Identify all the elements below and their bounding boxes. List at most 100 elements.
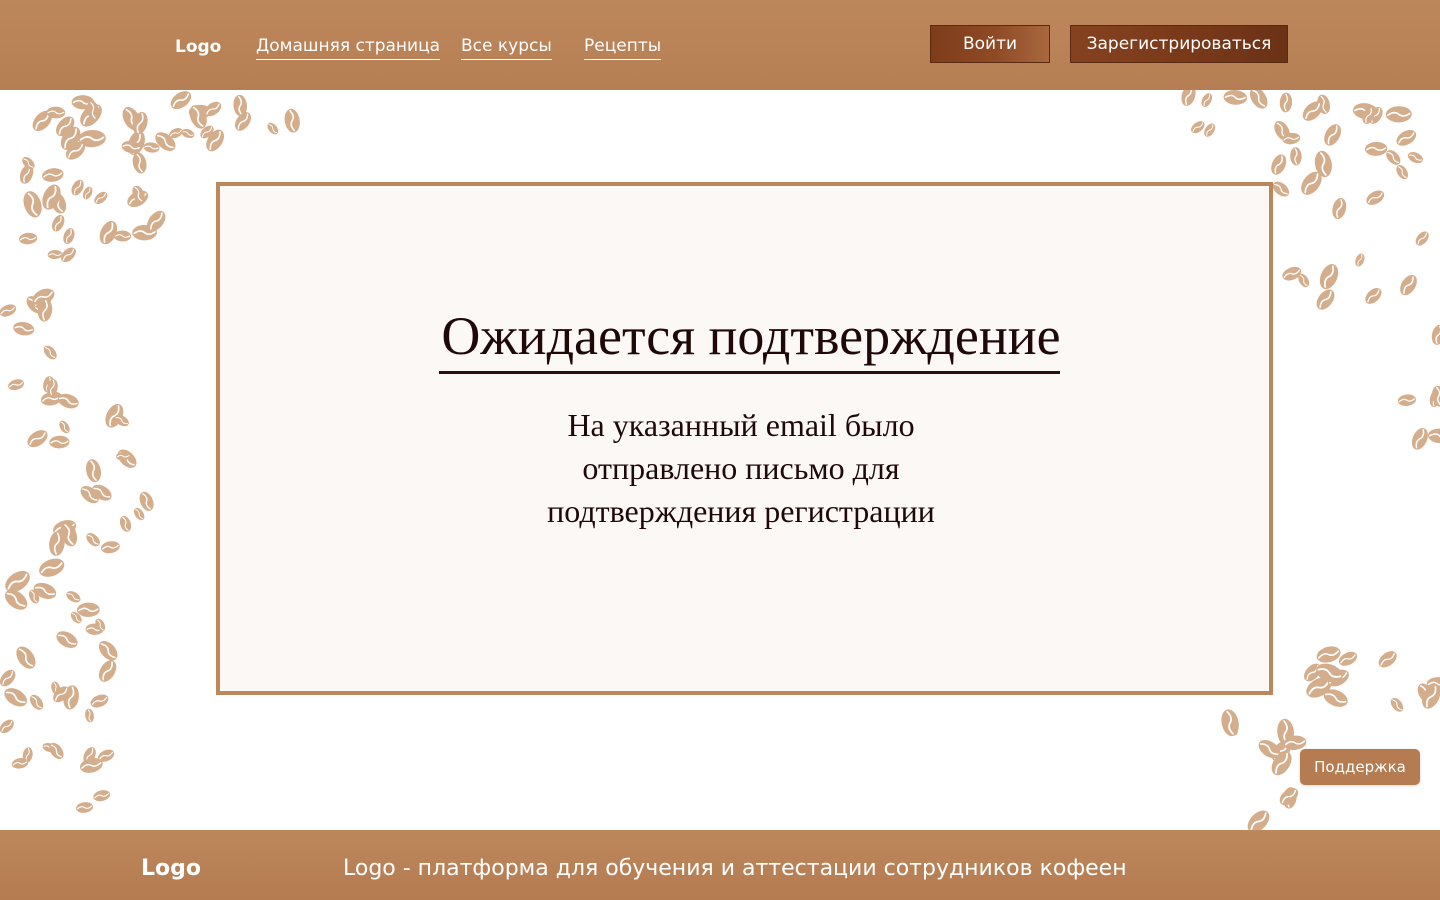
coffee-bean-icon — [1312, 285, 1339, 314]
coffee-bean-icon — [197, 122, 217, 142]
coffee-bean-icon — [1393, 162, 1412, 182]
coffee-bean-icon — [282, 106, 303, 135]
coffee-bean-icon — [1335, 648, 1361, 670]
coffee-bean-icon — [1351, 100, 1380, 122]
confirmation-message: На указанный email было отправлено письм… — [441, 404, 1041, 533]
coffee-bean-icon — [84, 622, 105, 636]
nav-link-courses[interactable]: Все курсы — [461, 35, 552, 60]
coffee-bean-icon — [0, 301, 19, 320]
coffee-bean-icon — [1363, 140, 1389, 158]
coffee-bean-icon — [91, 787, 112, 804]
coffee-bean-icon — [1178, 90, 1199, 109]
coffee-bean-icon — [26, 587, 42, 606]
coffee-bean-icon — [75, 99, 107, 132]
coffee-bean-icon — [113, 445, 141, 473]
coffee-bean-icon — [1425, 676, 1440, 692]
coffee-bean-icon — [1361, 284, 1386, 308]
coffee-bean-icon — [167, 125, 185, 141]
coffee-bean-icon — [49, 679, 63, 697]
confirmation-message-line: На указанный email было — [567, 407, 915, 443]
login-button[interactable]: Войти — [930, 25, 1050, 63]
coffee-bean-icon — [1413, 679, 1439, 708]
header-logo[interactable]: Logo — [175, 36, 221, 58]
coffee-bean-icon — [1320, 685, 1352, 712]
coffee-bean-icon — [1198, 90, 1215, 110]
coffee-bean-icon — [1427, 388, 1440, 409]
coffee-bean-icon — [1275, 717, 1296, 747]
register-button[interactable]: Зарегистрироваться — [1070, 25, 1288, 63]
coffee-bean-icon — [80, 744, 99, 767]
coffee-bean-icon — [118, 103, 146, 135]
coffee-bean-icon — [1312, 659, 1347, 687]
coffee-bean-icon — [1429, 322, 1440, 347]
coffee-bean-icon — [1301, 672, 1337, 703]
coffee-bean-icon — [0, 584, 32, 615]
coffee-bean-icon — [38, 389, 65, 409]
coffee-bean-icon — [19, 154, 38, 173]
coffee-bean-icon — [83, 457, 104, 485]
coffee-bean-icon — [129, 150, 150, 176]
site-footer: Logo Logo - платформа для обучения и атт… — [0, 830, 1440, 900]
coffee-bean-icon — [1222, 719, 1241, 739]
coffee-bean-icon — [100, 400, 128, 432]
coffee-bean-icon — [11, 642, 41, 674]
coffee-bean-icon — [1353, 251, 1367, 269]
coffee-bean-icon — [1417, 680, 1440, 713]
coffee-bean-icon — [179, 126, 197, 141]
coffee-bean-icon — [142, 206, 170, 236]
nav-link-home[interactable]: Домашняя страница — [256, 35, 441, 60]
coffee-bean-icon — [37, 180, 66, 214]
coffee-bean-icon — [1412, 228, 1432, 249]
coffee-bean-icon — [55, 390, 82, 412]
coffee-bean-icon — [56, 519, 81, 550]
coffee-bean-icon — [48, 212, 68, 235]
coffee-bean-icon — [17, 231, 39, 246]
coffee-bean-icon — [112, 412, 132, 430]
coffee-bean-icon — [201, 98, 225, 120]
coffee-bean-icon — [142, 140, 161, 155]
support-button[interactable]: Поддержка — [1300, 749, 1420, 785]
coffee-bean-icon — [1298, 96, 1327, 126]
coffee-bean-icon — [29, 284, 58, 310]
coffee-bean-icon — [76, 481, 103, 508]
coffee-bean-icon — [1245, 90, 1272, 113]
coffee-bean-icon — [1384, 105, 1413, 124]
coffee-bean-icon — [80, 184, 95, 202]
coffee-bean-icon — [56, 418, 73, 436]
coffee-bean-icon — [129, 109, 151, 137]
coffee-bean-icon — [60, 683, 82, 712]
coffee-bean-icon — [61, 137, 90, 164]
nav-link-recipes[interactable]: Рецепты — [584, 35, 662, 60]
coffee-bean-icon — [1405, 149, 1426, 166]
coffee-bean-icon — [264, 120, 281, 137]
coffee-bean-icon — [45, 105, 67, 120]
coffee-bean-icon — [131, 505, 148, 523]
coffee-bean-icon — [0, 683, 32, 712]
coffee-bean-icon — [1374, 647, 1401, 672]
coffee-bean-icon — [185, 101, 211, 133]
coffee-bean-icon — [40, 342, 60, 363]
coffee-bean-icon — [46, 188, 70, 217]
coffee-bean-icon — [76, 128, 108, 149]
coffee-bean-icon — [1266, 746, 1297, 780]
coffee-bean-icon — [88, 480, 116, 505]
coffee-bean-icon — [1289, 146, 1303, 167]
coffee-bean-icon — [83, 707, 96, 724]
coffee-bean-icon — [1396, 392, 1418, 408]
coffee-bean-icon — [11, 319, 36, 338]
coffee-bean-icon — [1296, 167, 1327, 200]
coffee-bean-icon — [10, 756, 30, 771]
coffee-bean-icon — [76, 601, 101, 618]
coffee-bean-icon — [91, 188, 111, 207]
confirmation-card: Ожидается подтверждение На указанный ema… — [216, 182, 1273, 695]
coffee-bean-icon — [1395, 271, 1422, 300]
coffee-bean-icon — [45, 377, 60, 398]
coffee-bean-icon — [35, 297, 55, 324]
coffee-bean-icon — [94, 636, 122, 665]
coffee-bean-icon — [0, 565, 35, 598]
coffee-bean-icon — [1315, 260, 1343, 293]
coffee-bean-icon — [70, 94, 96, 111]
page-title: Ожидается подтверждение — [441, 306, 1061, 366]
footer-logo[interactable]: Logo — [141, 855, 201, 883]
coffee-bean-icon — [74, 800, 95, 815]
